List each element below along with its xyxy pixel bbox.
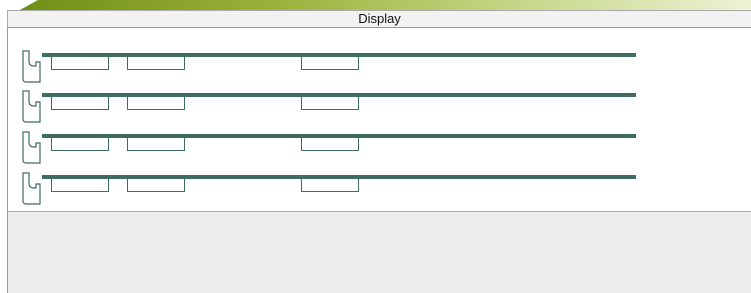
display-title: Display (358, 11, 401, 26)
clip-icon[interactable] (20, 49, 42, 84)
track-slot[interactable] (127, 96, 185, 110)
track-slot[interactable] (301, 96, 359, 110)
track-slot[interactable] (301, 56, 359, 70)
track-row[interactable] (8, 171, 751, 211)
track-slot[interactable] (51, 56, 109, 70)
track-row[interactable] (8, 49, 751, 89)
track-slot[interactable] (51, 96, 109, 110)
track-row[interactable] (8, 89, 751, 129)
track-slot[interactable] (127, 137, 185, 151)
clip-icon[interactable] (20, 89, 42, 124)
track-slot[interactable] (301, 178, 359, 192)
clip-icon[interactable] (20, 130, 42, 165)
track-slot[interactable] (127, 56, 185, 70)
track-row[interactable] (8, 130, 751, 170)
clip-icon[interactable] (20, 171, 42, 206)
display-panel (7, 27, 751, 293)
track-slot[interactable] (51, 137, 109, 151)
track-slot[interactable] (127, 178, 185, 192)
display-area (8, 27, 751, 212)
display-title-bar: Display (7, 10, 751, 27)
track-slot[interactable] (301, 137, 359, 151)
track-slot[interactable] (51, 178, 109, 192)
